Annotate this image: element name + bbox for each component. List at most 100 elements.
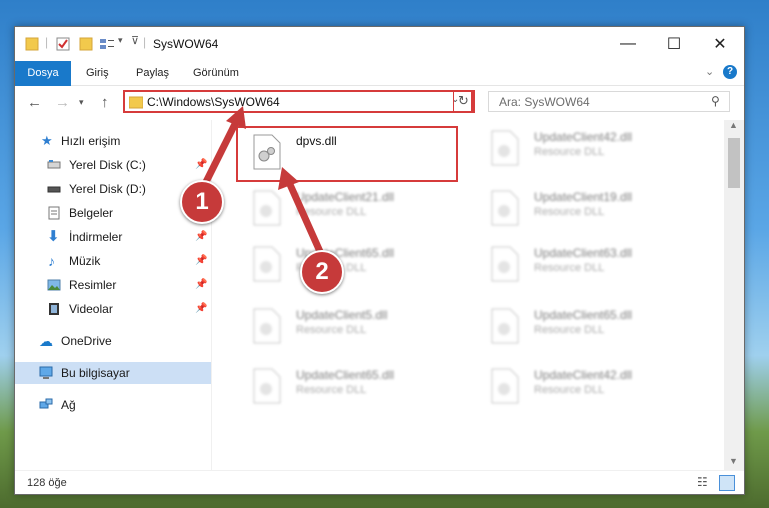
search-icon: ⚲ — [711, 94, 720, 108]
file-name: UpdateClient65.dll — [296, 368, 395, 382]
sidebar-item-label: İndirmeler — [69, 230, 123, 244]
highlight-box — [236, 126, 458, 182]
pin-icon: 📌 — [195, 159, 208, 170]
details-view-icon[interactable]: ☷ — [697, 475, 708, 489]
scroll-up-icon[interactable]: ▲ — [729, 120, 738, 130]
tab-share[interactable]: Paylaş — [136, 61, 169, 85]
refresh-button[interactable]: ↻ — [453, 90, 475, 113]
expand-ribbon-icon[interactable]: ⌄ — [705, 65, 714, 78]
sidebar-item-quick-access[interactable]: ★ Hızlı erişim — [15, 130, 211, 152]
file-type: Resource DLL — [296, 384, 367, 396]
address-path: C:\Windows\SysWOW64 — [147, 95, 280, 109]
new-folder-icon[interactable] — [79, 36, 93, 52]
pin-icon: 📌 — [195, 231, 208, 242]
sidebar-item-music[interactable]: ♪ Müzik 📌 — [15, 250, 211, 272]
sidebar-item-network[interactable]: Ağ — [15, 394, 211, 416]
file-type: Resource DLL — [296, 324, 367, 336]
scrollbar-thumb[interactable] — [728, 138, 740, 188]
sidebar-item-label: Belgeler — [69, 206, 114, 220]
file-name: UpdateClient65.dll — [534, 308, 633, 322]
help-icon[interactable]: ? — [723, 65, 737, 79]
tab-home[interactable]: Giriş — [86, 61, 109, 85]
file-type: Resource DLL — [534, 384, 605, 396]
large-icons-view-icon[interactable] — [719, 475, 735, 491]
pin-icon: 📌 — [195, 303, 208, 314]
vertical-scrollbar[interactable]: ▲ ▼ — [724, 120, 744, 470]
file-type: Resource DLL — [534, 262, 605, 274]
sidebar-item-downloads[interactable]: ⬇ İndirmeler 📌 — [15, 226, 211, 248]
file-name: UpdateClient63.dll — [534, 246, 633, 260]
file-name: UpdateClient21.dll — [296, 190, 395, 204]
search-input[interactable]: Ara: SysWOW64 — [499, 95, 590, 109]
callout-2: 2 — [300, 250, 344, 294]
sidebar-item-pictures[interactable]: Resimler 📌 — [15, 274, 211, 296]
dll-file-icon — [491, 368, 519, 404]
navigation-bar: ← → ▾ ↑ C:\Windows\SysWOW64 ⌄ ↻ Ara: Sys… — [15, 86, 744, 120]
sidebar-item-this-pc[interactable]: Bu bilgisayar — [15, 362, 211, 384]
dll-file-icon — [491, 130, 519, 166]
maximize-button[interactable]: ☐ — [651, 27, 697, 61]
file-item[interactable]: UpdateClient65.dll Resource DLL — [238, 240, 468, 290]
properties-icon[interactable] — [55, 36, 71, 52]
address-bar[interactable]: C:\Windows\SysWOW64 ⌄ — [123, 90, 473, 113]
music-icon: ♪ — [48, 253, 55, 269]
file-item[interactable]: UpdateClient5.dll Resource DLL — [238, 302, 468, 352]
sidebar-item-label: Yerel Disk (C:) — [69, 158, 146, 172]
file-item[interactable]: UpdateClient42.dll Resource DLL — [476, 124, 706, 174]
dll-file-icon — [253, 308, 281, 344]
sidebar-item-label: Ağ — [61, 398, 76, 412]
download-icon: ⬇ — [47, 228, 60, 245]
cloud-icon: ☁ — [39, 333, 53, 349]
callout-1: 1 — [180, 180, 224, 224]
folder-icon — [25, 37, 39, 51]
view-icon[interactable] — [99, 36, 115, 52]
status-bar: 128 öğe ☷ — [15, 470, 744, 494]
navigation-pane: ★ Hızlı erişim Yerel Disk (C:) 📌 Yerel D… — [15, 120, 212, 470]
search-box[interactable]: Ara: SysWOW64 ⚲ — [488, 91, 730, 112]
sidebar-item-label: Müzik — [69, 254, 101, 268]
up-arrow-icon[interactable]: ↑ — [101, 94, 109, 111]
file-item[interactable]: UpdateClient19.dll Resource DLL — [476, 184, 706, 234]
file-item[interactable]: UpdateClient21.dll Resource DLL — [238, 184, 468, 234]
file-item[interactable]: UpdateClient63.dll Resource DLL — [476, 240, 706, 290]
separator: | — [45, 35, 49, 49]
file-item[interactable]: UpdateClient42.dll Resource DLL — [476, 362, 706, 412]
dll-file-icon — [253, 368, 281, 404]
customize-toolbar-icon[interactable]: ⊽ — [131, 34, 139, 47]
item-count: 128 öğe — [27, 477, 67, 489]
refresh-icon: ↻ — [458, 93, 469, 108]
dropdown-chevron-icon[interactable]: ▾ — [118, 35, 123, 46]
file-list: dpvs.dll UpdateClient21.dll Resource DLL… — [212, 120, 724, 470]
sidebar-item-local-disk-c[interactable]: Yerel Disk (C:) 📌 — [15, 154, 211, 176]
scroll-down-icon[interactable]: ▼ — [729, 456, 738, 466]
recent-locations-icon[interactable]: ▾ — [79, 97, 84, 108]
back-arrow-icon[interactable]: ← — [27, 94, 42, 111]
network-icon — [39, 398, 53, 409]
file-type: Resource DLL — [534, 146, 605, 158]
folder-icon — [129, 96, 143, 109]
file-type: Resource DLL — [296, 206, 367, 218]
sidebar-item-label: Videolar — [69, 302, 113, 316]
title-bar: | ▾ ⊽ | SysWOW64 — ☐ ✕ — [15, 27, 744, 61]
ribbon-tabs: Dosya Giriş Paylaş Görünüm ⌄ ? — [15, 61, 744, 111]
file-item[interactable]: UpdateClient65.dll Resource DLL — [476, 302, 706, 352]
dll-file-icon — [253, 190, 281, 226]
sidebar-item-onedrive[interactable]: ☁ OneDrive — [15, 330, 211, 352]
sidebar-item-label: Yerel Disk (D:) — [69, 182, 146, 196]
dll-file-icon — [491, 190, 519, 226]
forward-arrow-icon[interactable]: → — [55, 94, 70, 111]
pin-icon: 📌 — [195, 255, 208, 266]
file-type: Resource DLL — [534, 206, 605, 218]
file-name: UpdateClient5.dll — [296, 308, 388, 322]
star-icon: ★ — [41, 133, 53, 148]
videos-icon — [49, 303, 59, 315]
sidebar-item-label: Hızlı erişim — [61, 134, 121, 148]
drive-icon — [47, 160, 61, 169]
close-button[interactable]: ✕ — [697, 27, 743, 61]
sidebar-item-videos[interactable]: Videolar 📌 — [15, 298, 211, 320]
minimize-button[interactable]: — — [605, 27, 651, 61]
tab-view[interactable]: Görünüm — [193, 61, 239, 85]
file-item[interactable]: UpdateClient65.dll Resource DLL — [238, 362, 468, 412]
dll-file-icon — [491, 246, 519, 282]
file-name: UpdateClient19.dll — [534, 190, 633, 204]
